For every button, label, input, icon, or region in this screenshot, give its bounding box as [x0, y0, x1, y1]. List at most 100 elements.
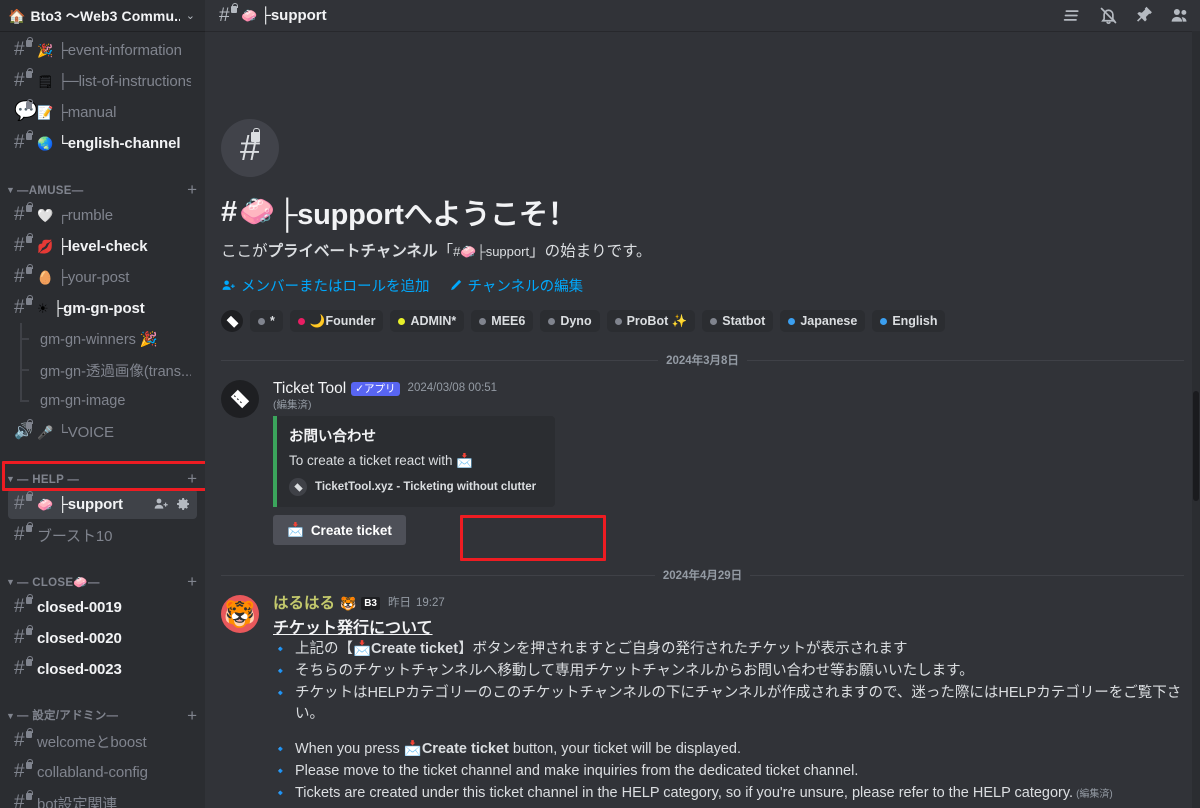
- message-ticket-tool: Ticket Tool ✓アプリ 2024/03/08 00:51 (編集済) …: [205, 368, 1200, 547]
- sidebar-item-10[interactable]: # ブースト10: [8, 520, 197, 550]
- sidebar-item-bot[interactable]: # bot設定関連: [8, 788, 197, 808]
- add-channel-icon[interactable]: +: [187, 707, 197, 724]
- sidebar-item-event-information[interactable]: # 🎉 ├event-information: [8, 35, 197, 65]
- sidebar-item-support[interactable]: # 🧼 ├support: [8, 489, 197, 519]
- sidebar-item-voice[interactable]: 🔊 🎤 └VOICE: [8, 417, 197, 447]
- embed-description: To create a ticket react with 📩: [289, 453, 474, 468]
- add-channel-icon[interactable]: +: [187, 470, 197, 487]
- channel-name: ├gm-gn-post: [52, 299, 145, 317]
- sidebar-item-your-post[interactable]: # 🥚 ├your-post: [8, 262, 197, 292]
- sidebar-item-manual[interactable]: 💬 📝 ├manual: [8, 97, 197, 127]
- role-badge-label: Dyno: [560, 314, 592, 328]
- message-scroller[interactable]: # # 🧼 ├supportへようこそ！ ここがプライベートチャンネル「#🧼├sup…: [205, 31, 1200, 808]
- edit-channel-button[interactable]: チャンネルの編集: [448, 275, 583, 296]
- add-member-icon[interactable]: [153, 496, 169, 512]
- welcome-hash: #: [221, 195, 237, 228]
- sidebar-item-list-of-instructions[interactable]: # 🗒 ├─list-of-instructions: [8, 66, 197, 96]
- chevron-down-icon: ▼: [6, 577, 15, 587]
- sidebar-item-collabland-config[interactable]: # collabland-config: [8, 757, 197, 787]
- thread-branch-icon: [18, 385, 34, 416]
- sidebar-item-english-channel[interactable]: # 🌏 └english-channel: [8, 128, 197, 158]
- role-badge[interactable]: ProBot ✨: [606, 310, 696, 332]
- thread-branch-icon: [18, 354, 34, 385]
- sidebar-item-closed-0019[interactable]: # closed-0019: [8, 592, 197, 622]
- chevron-down-icon: ▼: [6, 711, 15, 721]
- message-edited-marker: (編集済): [273, 399, 312, 411]
- create-ticket-button[interactable]: 📩 Create ticket: [273, 515, 406, 545]
- role-badge[interactable]: Dyno: [540, 310, 600, 332]
- channel-welcome: # # 🧼 ├supportへようこそ！ ここがプライベートチャンネル「#🧼├sup…: [205, 31, 1200, 296]
- embed: お問い合わせ To create a ticket react with 📩 T…: [273, 416, 555, 507]
- welcome-sub-open: 「: [437, 243, 454, 260]
- message-haruharu: 🐯 はるはる 🐯 B3 昨日 19:27 チケット発行について 🔹 上記の【📩Cr…: [205, 583, 1200, 807]
- role-color-dot: [297, 317, 305, 325]
- members-icon[interactable]: [1169, 5, 1190, 26]
- threads-icon[interactable]: [1062, 5, 1083, 26]
- channel-name: ┌rumble: [57, 206, 113, 224]
- envelope-icon: 📩: [352, 641, 372, 657]
- server-header[interactable]: 🏠 Bto3 〜Web3 Commu... ⌄: [0, 0, 205, 31]
- role-badge[interactable]: ADMIN*: [390, 310, 465, 332]
- message-author[interactable]: Ticket Tool: [273, 380, 346, 397]
- sidebar-item-rumble[interactable]: # 🤍 ┌rumble: [8, 200, 197, 230]
- channel-topbar: # 🧼 ├support: [205, 0, 1200, 31]
- add-channel-icon[interactable]: +: [187, 573, 197, 590]
- category-header[interactable]: ▼ — CLOSE🧼— +: [0, 564, 205, 592]
- bullet-emoji: 🔹: [273, 642, 288, 656]
- divider-line: [746, 359, 1184, 361]
- private-channel-icon: #: [14, 728, 33, 750]
- category-header[interactable]: ▼ — 設定/アドミン— +: [0, 698, 205, 726]
- scrollbar-thumb[interactable]: [1193, 391, 1199, 501]
- channel-name: ├level-check: [57, 237, 148, 255]
- author-emoji: 🐯: [340, 596, 357, 611]
- avatar[interactable]: [221, 380, 259, 418]
- sidebar-item-gm-gn-post[interactable]: # ☀ ├gm-gn-post: [8, 293, 197, 323]
- message-bullet-line: 🔹 When you press 📩Create ticket button, y…: [273, 739, 1184, 760]
- channel-emoji: 🧼: [241, 7, 258, 23]
- ticket-tool-avatar-small: [221, 310, 243, 332]
- bell-muted-icon[interactable]: [1098, 5, 1119, 26]
- role-badge[interactable]: *: [250, 310, 283, 332]
- add-members-or-roles-button[interactable]: メンバーまたはロールを追加: [221, 275, 430, 296]
- welcome-heading-text: ├supportへようこそ！: [276, 199, 577, 231]
- bullet-emoji: 🔹: [273, 664, 288, 678]
- role-badge[interactable]: English: [872, 310, 946, 332]
- private-channel-icon: #: [14, 491, 33, 513]
- server-name: Bto3 〜Web3 Commu...: [30, 7, 180, 24]
- sidebar-item-welcomeboost[interactable]: # welcomeとboost: [8, 726, 197, 756]
- channel-emoji: 🗒: [37, 73, 54, 89]
- sidebar-thread-item[interactable]: gm-gn-image: [8, 385, 197, 416]
- role-badge[interactable]: 🌙Founder: [289, 310, 384, 332]
- role-badge[interactable]: Japanese: [780, 310, 866, 332]
- sidebar-item-closed-0020[interactable]: # closed-0020: [8, 623, 197, 653]
- role-color-dot: [880, 317, 888, 325]
- channel-sidebar: 🏠 Bto3 〜Web3 Commu... ⌄ # 🎉 ├event-informa…: [0, 0, 205, 808]
- message-author[interactable]: はるはる: [273, 595, 335, 612]
- sidebar-thread-item[interactable]: gm-gn-透過画像(trans...: [8, 354, 197, 385]
- avatar[interactable]: 🐯: [221, 595, 259, 633]
- channel-emoji: 💋: [37, 238, 54, 254]
- sidebar-thread-item[interactable]: gm-gn-winners 🎉: [8, 323, 197, 354]
- sidebar-item-closed-0023[interactable]: # closed-0023: [8, 654, 197, 684]
- role-badge[interactable]: Statbot: [702, 310, 774, 332]
- message-scrollbar[interactable]: [1192, 31, 1200, 808]
- create-ticket-label: Create ticket: [310, 522, 392, 538]
- thread-name: gm-gn-透過画像(trans...: [40, 363, 191, 380]
- avatar-emoji: 🐯: [223, 598, 257, 629]
- message-timestamp: 2024/03/08 00:51: [407, 382, 498, 394]
- pin-icon[interactable]: [1134, 6, 1154, 26]
- add-channel-icon[interactable]: +: [187, 181, 197, 198]
- message-timestamp-day: 昨日: [388, 597, 411, 609]
- envelope-icon: 📩: [287, 522, 304, 537]
- welcome-sub-prefix: ここが: [221, 243, 268, 260]
- category-header[interactable]: ▼ —AMUSE— +: [0, 172, 205, 200]
- role-badge-label: Statbot: [722, 314, 766, 328]
- chevron-down-icon: ⌄: [185, 10, 195, 22]
- forum-channel-icon: 💬: [14, 99, 38, 122]
- gear-icon[interactable]: [175, 496, 191, 512]
- category-header[interactable]: ▼ — HELP — +: [0, 461, 205, 489]
- sidebar-item-level-check[interactable]: # 💋 ├level-check: [8, 231, 197, 261]
- message-heading: チケット発行について: [273, 620, 433, 637]
- category-name: —AMUSE—: [16, 185, 84, 197]
- role-badge[interactable]: MEE6: [471, 310, 534, 332]
